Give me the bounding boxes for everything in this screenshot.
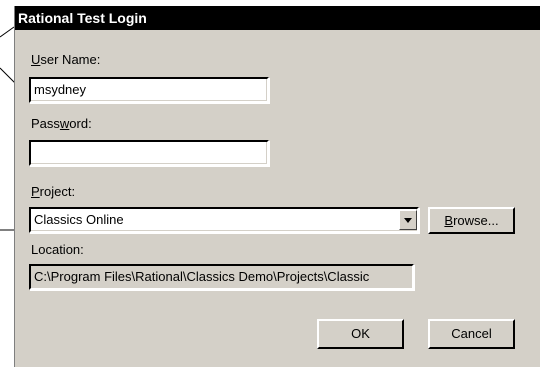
login-dialog: Rational Test Login User Name: msydney P… (14, 6, 540, 367)
project-label: Project: (31, 184, 76, 199)
cancel-button[interactable]: Cancel (428, 319, 515, 349)
user-name-label: User Name: (31, 52, 101, 67)
location-label: Location: (31, 242, 84, 257)
chevron-down-icon[interactable] (399, 210, 417, 230)
project-dropdown[interactable]: Classics Online (29, 207, 419, 233)
browse-button-label: Browse... (444, 213, 499, 228)
location-field: C:\Program Files\Rational\Classics Demo\… (29, 264, 414, 290)
user-name-field[interactable]: msydney (29, 77, 269, 103)
ok-button-label: OK (351, 326, 370, 341)
project-value: Classics Online (34, 212, 124, 227)
password-label: Password: (31, 116, 92, 131)
browse-button[interactable]: Browse... (428, 207, 515, 234)
cancel-button-label: Cancel (451, 326, 492, 341)
ok-button[interactable]: OK (317, 319, 404, 349)
dialog-title: Rational Test Login (15, 6, 540, 30)
password-field[interactable] (29, 140, 269, 166)
